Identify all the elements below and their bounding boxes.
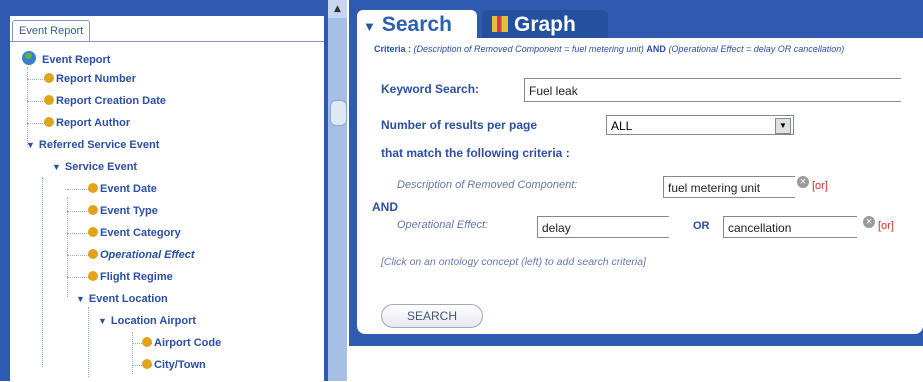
expand-triangle-icon[interactable]: ▼ [52, 162, 61, 172]
remove-criteria-icon[interactable]: × [797, 176, 809, 188]
criteria-summary: Criteria : (Description of Removed Compo… [374, 44, 845, 54]
tree-node-report-author[interactable]: Report Author [44, 117, 130, 129]
match-criteria-label: that match the following criteria : [381, 146, 570, 160]
tree-node-event-date[interactable]: Event Date [88, 183, 157, 195]
scroll-thumb[interactable] [330, 100, 347, 126]
tree-node-city-town[interactable]: City/Town [142, 359, 206, 371]
search-form: Criteria : (Description of Removed Compo… [357, 38, 923, 334]
removed-component-input[interactable]: fuel metering unit [663, 176, 795, 198]
ontology-panel: Event Report Event Report Report Number [0, 0, 347, 381]
scroll-up-arrow-icon[interactable]: ▲ [328, 0, 347, 18]
tree-scrollbar[interactable]: ▲ [328, 0, 347, 381]
tree-node-referred-service-event[interactable]: ▼ Referred Service Event [26, 139, 159, 151]
tree-node-location-airport[interactable]: ▼ Location Airport [98, 315, 196, 327]
operational-effect-input-2[interactable]: cancellation [723, 216, 857, 238]
or-operator-label: OR [693, 220, 710, 232]
expand-triangle-icon[interactable]: ▼ [98, 316, 107, 326]
tab-search[interactable]: ▼ Search [357, 10, 477, 38]
criteria-label-removed-component: Description of Removed Component: [397, 179, 578, 191]
keyword-search-label: Keyword Search: [381, 82, 480, 96]
remove-criteria-icon[interactable]: × [863, 216, 875, 228]
globe-icon [22, 51, 36, 65]
tree-node-flight-regime[interactable]: Flight Regime [88, 271, 173, 283]
expand-triangle-icon[interactable]: ▼ [76, 294, 85, 304]
concept-dot-icon [88, 183, 98, 193]
search-panel: ▼ Search Graph Criteria : (Description of… [349, 0, 923, 346]
tree-node-event-type[interactable]: Event Type [88, 205, 158, 217]
concept-dot-icon [44, 73, 54, 83]
concept-dot-icon [88, 227, 98, 237]
tree-node-airport-code[interactable]: Airport Code [142, 337, 221, 349]
tree-node-report-number[interactable]: Report Number [44, 73, 136, 85]
ontology-tree: Event Report Report Number Report Creati… [10, 41, 324, 382]
add-or-link-2[interactable]: [or] [878, 220, 894, 232]
results-per-page-select[interactable]: ALL ▼ [606, 115, 794, 135]
graph-icon [492, 16, 508, 32]
concept-dot-icon [142, 337, 152, 347]
concept-dot-icon [142, 359, 152, 369]
ontology-hint: [Click on an ontology concept (left) to … [381, 256, 646, 268]
tree-node-event-category[interactable]: Event Category [88, 227, 181, 239]
tab-event-report[interactable]: Event Report [12, 20, 91, 41]
keyword-search-input[interactable]: Fuel leak [524, 78, 901, 102]
tree-node-operational-effect[interactable]: Operational Effect [88, 249, 195, 261]
operational-effect-input-1[interactable]: delay [537, 216, 669, 238]
ontology-tree-container: Event Report Event Report Report Number [10, 16, 324, 381]
criteria-label-operational-effect: Operational Effect: [397, 219, 489, 231]
tree-node-service-event[interactable]: ▼ Service Event [52, 161, 137, 173]
dropdown-arrow-icon[interactable]: ▼ [775, 118, 791, 134]
results-per-page-label: Number of results per page [381, 118, 538, 132]
concept-dot-icon [88, 205, 98, 215]
tree-node-event-location[interactable]: ▼ Event Location [76, 293, 168, 305]
tab-graph[interactable]: Graph [482, 10, 608, 38]
concept-dot-icon [88, 271, 98, 281]
concept-dot-icon [88, 249, 98, 259]
concept-dot-icon [44, 117, 54, 127]
and-operator-label: AND [372, 200, 398, 214]
expand-triangle-icon[interactable]: ▼ [26, 140, 35, 150]
search-button[interactable]: SEARCH [381, 304, 483, 328]
tree-node-event-report[interactable]: Event Report [22, 51, 110, 66]
tree-node-report-creation-date[interactable]: Report Creation Date [44, 95, 166, 107]
add-or-link-1[interactable]: [or] [812, 180, 828, 192]
concept-dot-icon [44, 95, 54, 105]
